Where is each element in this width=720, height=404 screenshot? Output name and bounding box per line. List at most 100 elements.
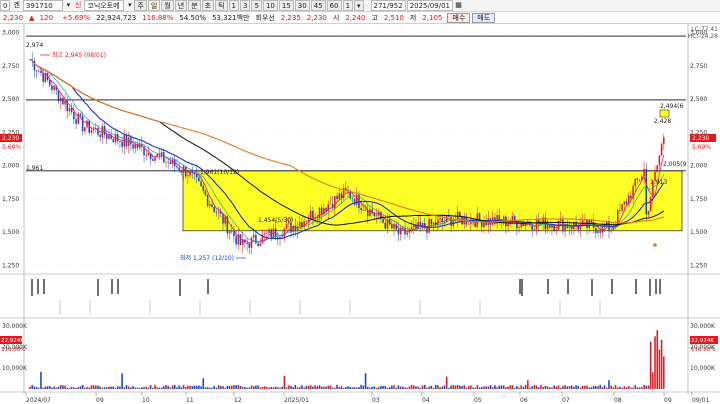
candle-body: [588, 219, 591, 229]
candle-body: [281, 236, 283, 238]
volume-bar: [250, 385, 253, 389]
candle-body: [48, 80, 51, 86]
volume-bar: [246, 387, 248, 389]
period-button[interactable]: 10: [262, 0, 278, 11]
volume-bar: [516, 386, 518, 389]
sell-button[interactable]: 매도: [472, 12, 496, 23]
screen-number[interactable]: 0: [0, 0, 11, 11]
period-button[interactable]: 1: [342, 0, 354, 11]
volume-bar: [645, 385, 648, 389]
candle-body: [426, 228, 428, 233]
data-count-field[interactable]: 271/952: [370, 0, 406, 11]
candle-body: [176, 166, 178, 168]
volume-bar: [362, 385, 365, 389]
candle-body: [362, 210, 365, 211]
change-percent: +5.69%: [62, 13, 91, 22]
volume-bar: [599, 384, 601, 389]
volume-bar: [382, 385, 384, 389]
period-button[interactable]: 3: [240, 0, 251, 11]
search-icon[interactable]: ▾: [64, 1, 73, 10]
period-button[interactable]: 틱: [215, 0, 228, 11]
volume-bar: [527, 380, 529, 389]
period-button[interactable]: 1: [228, 0, 240, 11]
period-button[interactable]: 초: [201, 0, 215, 11]
candle-body: [59, 97, 62, 102]
volume-bar: [568, 386, 571, 389]
buy-button[interactable]: 매수: [447, 12, 471, 23]
candle-body: [373, 213, 376, 217]
volume-bar: [57, 386, 60, 389]
volume-bar: [138, 387, 141, 389]
y-tick-label: 1,250: [2, 262, 19, 269]
volume-bar: [454, 385, 457, 389]
volume-bar: [213, 386, 215, 389]
candle-body: [42, 72, 44, 82]
mid-label: 1,454(5/30): [258, 217, 293, 224]
high-price: 2,510: [383, 13, 404, 22]
volume-bar: [169, 387, 172, 389]
volume-bar: [421, 385, 424, 389]
candle-body: [200, 181, 202, 187]
stock-chart[interactable]: 3,000 3,0002,750 2,7502,500 2,5002,250 2,250…: [0, 24, 720, 404]
candle-body: [169, 162, 172, 165]
period-button[interactable]: 45: [310, 0, 326, 11]
candle-body: [79, 113, 82, 116]
candle-body: [57, 90, 60, 102]
chevron-down-icon[interactable]: ▾: [125, 1, 134, 10]
period-button[interactable]: 년: [174, 0, 188, 11]
calendar-icon[interactable]: ▦: [454, 1, 463, 10]
volume-bar: [252, 386, 255, 389]
volume-bar: [606, 387, 608, 389]
candle-body: [230, 230, 233, 232]
candle-body: [338, 193, 340, 200]
candle-body: [121, 141, 123, 147]
volume-bar: [29, 386, 31, 389]
volume-bar: [329, 385, 332, 389]
period-button[interactable]: 월: [161, 0, 174, 11]
volume-bar: [277, 387, 279, 389]
volume-bar: [502, 385, 505, 389]
period-button[interactable]: 분: [188, 0, 201, 11]
candle-body: [235, 236, 237, 245]
stock-code-input[interactable]: 391710: [22, 0, 63, 11]
x-tick-label: 09: [96, 397, 104, 404]
candle-body: [329, 203, 332, 205]
stock-name-field[interactable]: 코닉오토메: [84, 0, 125, 11]
volume-bar: [325, 386, 327, 389]
period-button[interactable]: 5: [251, 0, 262, 11]
volume-bar: [351, 387, 354, 389]
candle-body: [334, 196, 336, 209]
volume-bar: [224, 387, 226, 389]
period-button-selected[interactable]: 일: [147, 0, 161, 11]
candle-body: [35, 70, 38, 72]
period-button[interactable]: 15: [278, 0, 294, 11]
volume-bar: [660, 339, 663, 389]
volume-bar: [496, 387, 498, 389]
volume-bar: [62, 385, 64, 389]
volume-bar: [206, 387, 209, 389]
volume-bar: [290, 385, 292, 389]
volume-bar: [430, 385, 433, 389]
volume-bar: [149, 385, 152, 389]
price-change: ▲ 120: [26, 14, 59, 22]
volume-bar: [577, 385, 580, 389]
volume-bar: [145, 386, 148, 389]
period-button[interactable]: 주: [134, 0, 147, 11]
volume-bar: [38, 387, 40, 389]
candle-body: [53, 85, 55, 91]
volume-bar: [222, 386, 224, 389]
candle-body: [125, 135, 128, 147]
volume-bar: [191, 386, 194, 389]
candle-body: [336, 196, 338, 200]
y-tick-label: 2,750: [2, 63, 19, 70]
candle-body: [180, 171, 183, 173]
volume-bar: [209, 387, 211, 389]
period-button[interactable]: 30: [294, 0, 310, 11]
period-dropdown[interactable]: ▾: [354, 0, 364, 11]
volume-bar: [592, 386, 595, 389]
candle-body: [647, 211, 650, 215]
shares-label: 회우선: [255, 13, 275, 22]
date-field[interactable]: 2025/09/01: [406, 0, 454, 11]
volume-bar: [167, 385, 169, 389]
period-button[interactable]: 60: [326, 0, 342, 11]
